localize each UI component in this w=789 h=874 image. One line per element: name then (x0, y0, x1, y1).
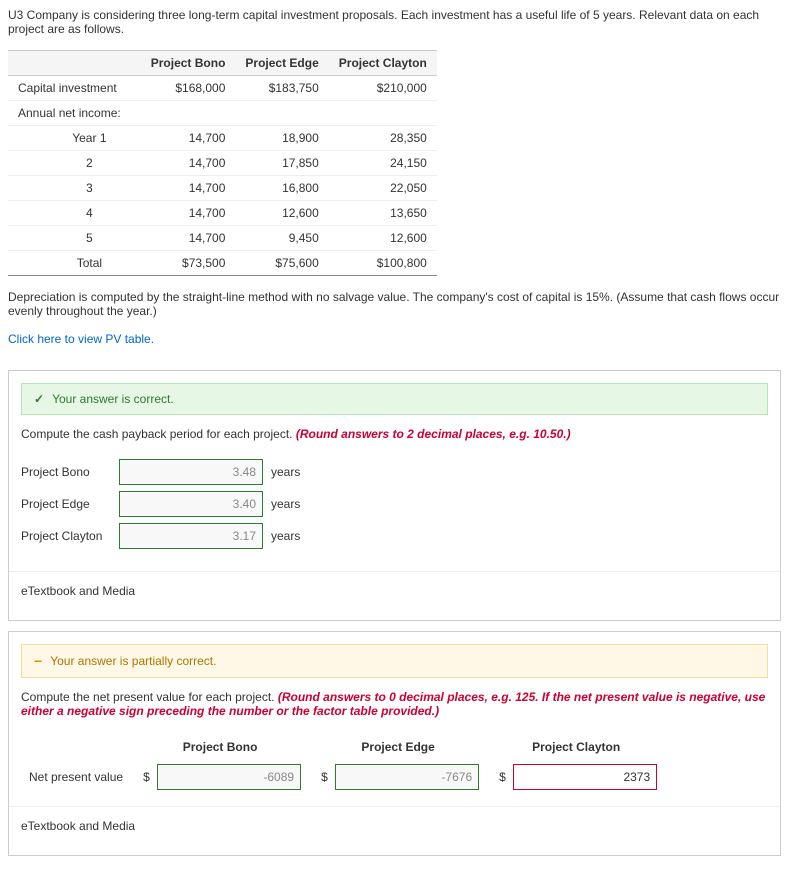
pv-table-link[interactable]: Click here to view PV table. (8, 332, 154, 346)
question-2-box: − Your answer is partially correct. Comp… (8, 631, 781, 856)
problem-intro: U3 Company is considering three long-ter… (8, 8, 781, 36)
npv-input-clayton[interactable] (513, 764, 657, 790)
etextbook-link-2[interactable]: eTextbook and Media (9, 806, 780, 845)
check-icon: ✓ (34, 392, 44, 406)
q2-prompt: Compute the net present value for each p… (9, 690, 780, 726)
minus-icon: − (34, 653, 42, 669)
npv-col-edge: Project Edge (309, 734, 487, 760)
q1-unit: years (271, 465, 300, 479)
col-bono: Project Bono (141, 51, 236, 76)
npv-row-label: Net present value (21, 760, 131, 794)
npv-input-bono[interactable] (157, 764, 301, 790)
feedback-correct: ✓ Your answer is correct. (21, 383, 768, 415)
npv-input-edge[interactable] (335, 764, 479, 790)
investment-table: Project Bono Project Edge Project Clayto… (8, 50, 437, 276)
q1-label-edge: Project Edge (21, 497, 111, 511)
q1-label-clayton: Project Clayton (21, 529, 111, 543)
npv-col-bono: Project Bono (131, 734, 309, 760)
question-1-box: ✓ Your answer is correct. Compute the ca… (8, 370, 781, 621)
depreciation-note: Depreciation is computed by the straight… (8, 290, 781, 318)
etextbook-link-1[interactable]: eTextbook and Media (9, 571, 780, 610)
q1-label-bono: Project Bono (21, 465, 111, 479)
feedback-correct-text: Your answer is correct. (52, 392, 174, 406)
feedback-partial-text: Your answer is partially correct. (50, 654, 216, 668)
q1-answers: Project Bono years Project Edge years Pr… (9, 449, 780, 559)
annual-net-income-label: Annual net income: (8, 101, 141, 126)
q1-input-clayton[interactable] (119, 523, 263, 549)
q1-prompt: Compute the cash payback period for each… (9, 427, 780, 449)
col-edge: Project Edge (235, 51, 328, 76)
npv-col-clayton: Project Clayton (487, 734, 665, 760)
npv-table: Project Bono Project Edge Project Clayto… (21, 734, 665, 794)
total-label: Total (8, 251, 141, 276)
q1-input-edge[interactable] (119, 491, 263, 517)
feedback-partial: − Your answer is partially correct. (21, 644, 768, 678)
q1-input-bono[interactable] (119, 459, 263, 485)
col-clayton: Project Clayton (329, 51, 437, 76)
capital-investment-label: Capital investment (8, 76, 141, 101)
